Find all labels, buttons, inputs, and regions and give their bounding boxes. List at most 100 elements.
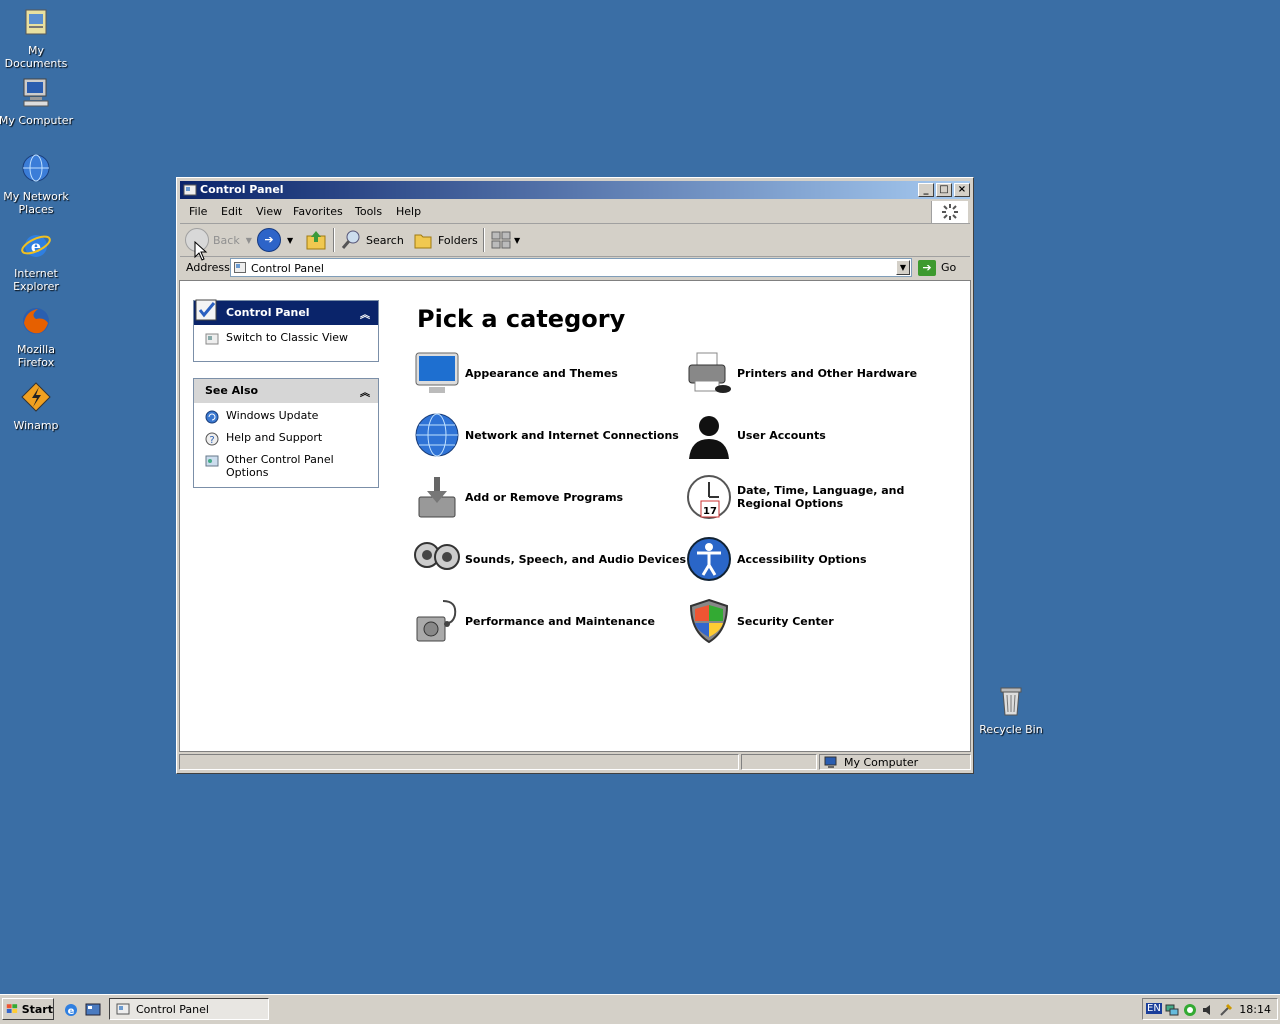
desktop-icon-my-documents[interactable]: My Documents: [0, 6, 74, 70]
views-dropdown-icon[interactable]: ▼: [514, 236, 520, 245]
help-icon: ?: [205, 432, 219, 446]
other-control-panel-options-link[interactable]: Other Control Panel Options: [204, 453, 378, 479]
taskbar-button-control-panel[interactable]: Control Panel: [109, 998, 269, 1020]
collapse-chevron-icon[interactable]: ︽: [360, 384, 370, 399]
maintenance-icon: [416, 600, 457, 642]
category-label: Add or Remove Programs: [465, 490, 624, 504]
category-accessibility[interactable]: Accessibility Options: [685, 535, 867, 583]
control-panel-icon: [234, 262, 246, 273]
network-tray-icon[interactable]: [1165, 1003, 1179, 1017]
up-folder-button[interactable]: [305, 228, 327, 252]
zone-label: My Computer: [844, 755, 919, 769]
panel-body: Windows Update ? Help and Support Other …: [194, 403, 378, 493]
category-user-accounts[interactable]: User Accounts: [685, 411, 826, 459]
accessibility-icon: [687, 537, 731, 581]
help-and-support-link[interactable]: ? Help and Support: [204, 431, 378, 447]
control-panel-task-pane: Control Panel ︽ Switch to Classic View: [193, 299, 379, 362]
printer-icon: [688, 352, 731, 393]
category-sounds-speech-audio[interactable]: Sounds, Speech, and Audio Devices: [413, 535, 686, 583]
category-date-time-regional[interactable]: 17 Date, Time, Language, and Regional Op…: [685, 473, 947, 521]
search-label: Search: [366, 233, 404, 247]
desktop-icon-internet-explorer[interactable]: e Internet Explorer: [0, 229, 74, 293]
control-panel-window: Control Panel _ □ × File Edit View Favor…: [176, 177, 974, 774]
category-label: User Accounts: [737, 428, 826, 442]
my-documents-icon: [25, 9, 47, 35]
control-panel-icon: [183, 184, 197, 196]
quick-launch-show-desktop[interactable]: [85, 1002, 101, 1018]
views-icon: [491, 231, 511, 249]
taskbar: Start e Control Panel EN 18:14: [0, 994, 1280, 1024]
address-input[interactable]: Control Panel ▼: [230, 258, 912, 277]
menu-favorites[interactable]: Favorites: [293, 205, 343, 218]
collapse-chevron-icon[interactable]: ︽: [360, 306, 370, 321]
desktop-icon-mozilla-firefox[interactable]: Mozilla Firefox: [0, 305, 74, 369]
category-label: Printers and Other Hardware: [737, 366, 918, 380]
quick-launch-ie[interactable]: e: [63, 1002, 79, 1018]
speakers-icon: [414, 542, 460, 570]
link-label: Windows Update: [226, 409, 319, 422]
category-appearance-themes[interactable]: Appearance and Themes: [413, 349, 618, 397]
up-folder-icon: [306, 231, 326, 250]
task-label: Control Panel: [136, 1002, 209, 1016]
category-label: Security Center: [737, 614, 834, 628]
category-performance-maintenance[interactable]: Performance and Maintenance: [413, 597, 655, 645]
toolbar-separator: [333, 228, 335, 252]
back-label: Back: [213, 233, 240, 247]
desktop-icon-label: My Computer: [0, 114, 74, 127]
throbber-icon: [942, 204, 958, 220]
switch-classic-view-link[interactable]: Switch to Classic View: [204, 331, 378, 347]
tools-tray-icon[interactable]: [1219, 1003, 1233, 1017]
go-button[interactable]: ➔ Go: [918, 258, 964, 277]
status-progress: [741, 754, 817, 770]
forward-button[interactable]: ➔ ▼: [257, 228, 293, 252]
windows-update-icon: [205, 410, 219, 424]
search-button[interactable]: Search: [340, 228, 404, 252]
link-label: Other Control Panel Options: [226, 453, 334, 479]
language-indicator[interactable]: EN: [1146, 1003, 1162, 1014]
window-titlebar[interactable]: Control Panel _ □ ×: [180, 181, 970, 199]
category-label: Date, Time, Language, and Regional Optio…: [737, 484, 905, 510]
menu-help[interactable]: Help: [396, 205, 421, 218]
menu-file[interactable]: File: [189, 205, 207, 218]
category-label: Network and Internet Connections: [465, 428, 679, 442]
forward-arrow-icon: ➔: [257, 228, 281, 252]
control-panel-icon: [205, 333, 219, 345]
folders-icon: [414, 234, 432, 249]
status-main: [179, 754, 739, 770]
views-button[interactable]: ▼: [490, 228, 520, 252]
desktop-icon-my-network-places[interactable]: My Network Places: [0, 152, 74, 216]
menu-tools[interactable]: Tools: [355, 205, 382, 218]
winamp-icon: [21, 382, 51, 412]
menu-view[interactable]: View: [256, 205, 282, 218]
address-dropdown-button[interactable]: ▼: [896, 260, 910, 275]
back-dropdown-icon[interactable]: ▼: [246, 236, 252, 245]
link-label: Help and Support: [226, 431, 323, 444]
category-network-internet[interactable]: Network and Internet Connections: [413, 411, 679, 459]
monitor-icon: [415, 352, 459, 393]
minimize-button[interactable]: _: [918, 183, 934, 197]
volume-tray-icon[interactable]: [1201, 1003, 1215, 1017]
forward-dropdown-icon[interactable]: ▼: [287, 236, 293, 245]
user-silhouette-icon: [689, 416, 729, 459]
content-area: Control Panel ︽ Switch to Classic View S…: [179, 280, 971, 752]
antivirus-tray-icon[interactable]: [1183, 1003, 1197, 1017]
maximize-button[interactable]: □: [936, 183, 952, 197]
folders-button[interactable]: Folders: [412, 228, 478, 252]
go-label: Go: [941, 261, 957, 274]
category-printers-hardware[interactable]: Printers and Other Hardware: [685, 349, 917, 397]
category-security-center[interactable]: Security Center: [685, 597, 834, 645]
menu-edit[interactable]: Edit: [221, 205, 242, 218]
desktop-icon-winamp[interactable]: Winamp: [0, 381, 74, 432]
status-bar: My Computer: [179, 753, 971, 771]
desktop-icon-my-computer[interactable]: My Computer: [0, 76, 74, 127]
internet-explorer-icon: e: [21, 235, 51, 257]
panel-header[interactable]: See Also ︽: [194, 379, 378, 403]
category-add-remove-programs[interactable]: Add or Remove Programs: [413, 473, 623, 521]
my-computer-icon: [23, 78, 49, 107]
desktop-icon-recycle-bin[interactable]: Recycle Bin: [973, 685, 1049, 736]
start-button[interactable]: Start: [2, 998, 54, 1020]
desktop-icon-label: My Network Places: [3, 190, 69, 216]
panel-header[interactable]: Control Panel ︽: [194, 299, 378, 325]
close-button[interactable]: ×: [954, 183, 970, 197]
windows-update-link[interactable]: Windows Update: [204, 409, 378, 425]
